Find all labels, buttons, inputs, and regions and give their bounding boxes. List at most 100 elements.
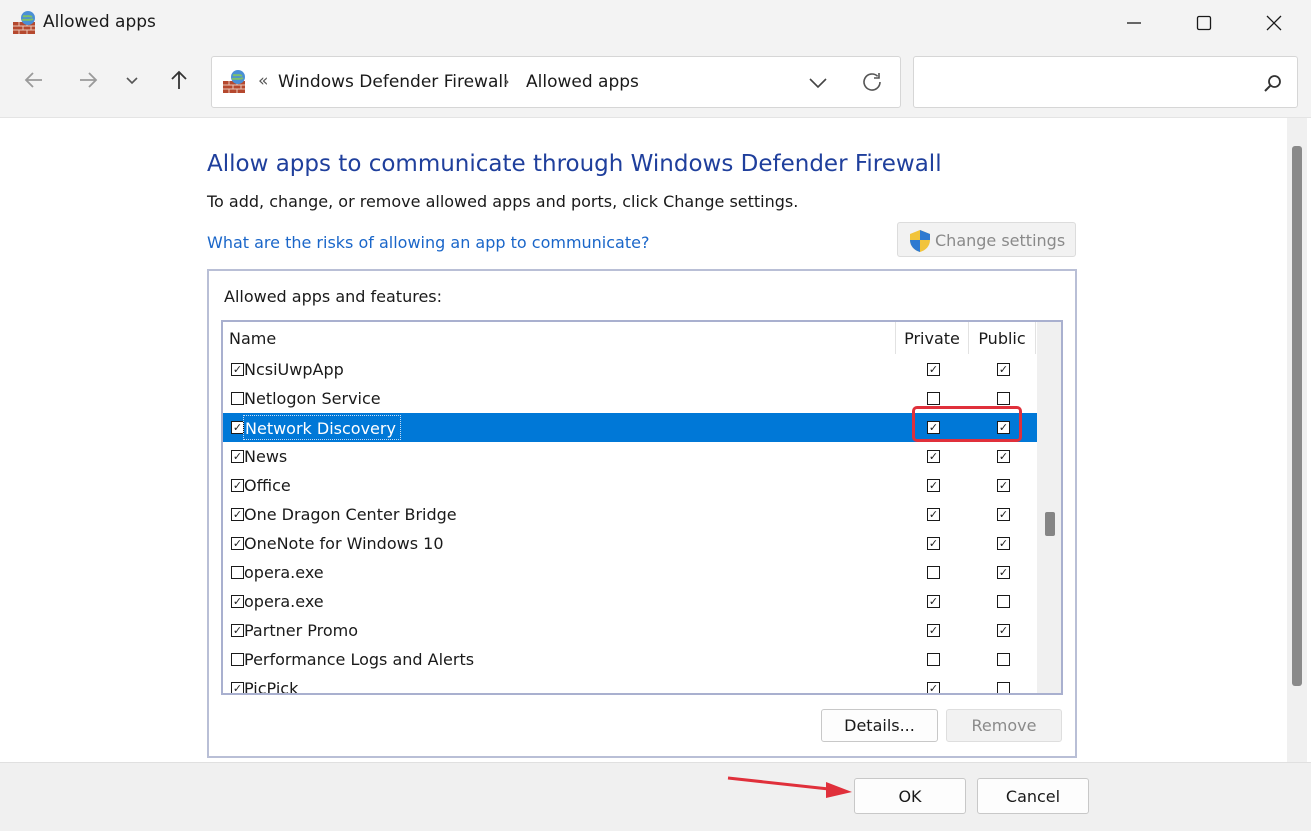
table-row[interactable]: ✓ OneNote for Windows 10 ✓ ✓ (223, 529, 1037, 558)
row-name-cell: News (243, 444, 291, 469)
arrow-left-icon (24, 72, 42, 88)
search-icon[interactable] (1263, 73, 1283, 93)
address-bar[interactable]: « Windows Defender Firewall › Allowed ap… (211, 56, 901, 108)
forward-button[interactable] (74, 66, 102, 94)
breadcrumb-separator[interactable]: › (503, 72, 510, 92)
public-checkbox[interactable]: ✓ (997, 421, 1010, 434)
row-name: Network Discovery (245, 419, 396, 438)
row-name: NcsiUwpApp (244, 360, 344, 379)
table-row[interactable]: Netlogon Service (223, 384, 1037, 413)
remove-button[interactable]: Remove (946, 709, 1062, 742)
public-checkbox[interactable] (997, 392, 1010, 405)
refresh-icon[interactable] (860, 70, 884, 94)
private-checkbox[interactable] (927, 653, 940, 666)
table-row[interactable]: ✓ Office ✓ ✓ (223, 471, 1037, 500)
title-bar: Allowed apps (0, 0, 1311, 46)
row-name-cell: opera.exe (243, 560, 328, 585)
public-checkbox[interactable] (997, 653, 1010, 666)
private-checkbox[interactable]: ✓ (927, 479, 940, 492)
ok-button[interactable]: OK (854, 778, 966, 814)
row-name: PicPick (244, 679, 299, 695)
private-checkbox[interactable]: ✓ (927, 363, 940, 376)
maximize-button[interactable] (1174, 0, 1234, 46)
up-button[interactable] (165, 66, 193, 94)
page-title: Allow apps to communicate through Window… (207, 151, 942, 177)
recent-locations-button[interactable] (118, 66, 146, 94)
row-name: opera.exe (244, 563, 324, 582)
public-checkbox[interactable]: ✓ (997, 363, 1010, 376)
minimize-icon (1127, 22, 1141, 24)
arrow-up-icon (171, 70, 187, 89)
public-checkbox[interactable] (997, 595, 1010, 608)
row-name: Partner Promo (244, 621, 358, 640)
risks-link[interactable]: What are the risks of allowing an app to… (207, 233, 649, 252)
private-checkbox[interactable] (927, 566, 940, 579)
row-name-cell: Partner Promo (243, 618, 362, 643)
public-checkbox[interactable]: ✓ (997, 566, 1010, 579)
row-name-cell: One Dragon Center Bridge (243, 502, 461, 527)
public-checkbox[interactable]: ✓ (997, 479, 1010, 492)
list-scrollbar-thumb[interactable] (1045, 512, 1055, 536)
chevron-down-icon (126, 77, 138, 85)
column-header-public[interactable]: Public (968, 322, 1036, 354)
chevron-down-icon[interactable] (806, 71, 830, 95)
search-input[interactable] (924, 69, 1244, 95)
row-name: Office (244, 476, 291, 495)
close-button[interactable] (1244, 0, 1304, 46)
breadcrumb-allowed-apps[interactable]: Allowed apps (526, 72, 639, 92)
table-row[interactable]: ✓ Partner Promo ✓ ✓ (223, 616, 1037, 645)
table-row[interactable]: ✓ News ✓ ✓ (223, 442, 1037, 471)
column-header-name[interactable]: Name (229, 322, 895, 354)
row-name-cell: Performance Logs and Alerts (243, 647, 478, 672)
maximize-icon (1196, 15, 1212, 31)
public-checkbox[interactable]: ✓ (997, 450, 1010, 463)
back-button[interactable] (20, 66, 48, 94)
navigation-bar: « Windows Defender Firewall › Allowed ap… (0, 46, 1311, 118)
close-icon (1266, 15, 1282, 31)
row-name-cell: Netlogon Service (243, 386, 385, 411)
allowed-apps-list[interactable]: Name Private Public ✓ NcsiUwpApp ✓ ✓ Netlogo… (221, 320, 1063, 695)
public-checkbox[interactable]: ✓ (997, 537, 1010, 550)
private-checkbox[interactable]: ✓ (927, 508, 940, 521)
group-label: Allowed apps and features: (224, 287, 443, 306)
table-row[interactable]: opera.exe ✓ (223, 558, 1037, 587)
window-scrollbar-thumb[interactable] (1292, 146, 1302, 686)
page-description: To add, change, or remove allowed apps a… (207, 192, 799, 211)
list-scrollbar[interactable] (1037, 322, 1061, 693)
public-checkbox[interactable]: ✓ (997, 624, 1010, 637)
cancel-button[interactable]: Cancel (977, 778, 1089, 814)
search-box[interactable] (913, 56, 1298, 108)
row-name: News (244, 447, 288, 466)
minimize-button[interactable] (1104, 0, 1164, 46)
private-checkbox[interactable]: ✓ (927, 450, 940, 463)
row-name: opera.exe (244, 592, 324, 611)
private-checkbox[interactable]: ✓ (927, 682, 940, 693)
row-name-cell: NcsiUwpApp (243, 357, 348, 382)
breadcrumb-overflow[interactable]: « (258, 71, 268, 91)
row-name: OneNote for Windows 10 (244, 534, 444, 553)
row-name-cell: Network Discovery (243, 415, 401, 440)
list-header: Name Private Public (223, 322, 1037, 354)
table-row[interactable]: ✓ Network Discovery ✓ ✓ (223, 413, 1037, 442)
table-row[interactable]: ✓ PicPick ✓ (223, 674, 1037, 695)
uac-shield-icon (910, 230, 930, 252)
list-rows: ✓ NcsiUwpApp ✓ ✓ Netlogon Service ✓ Network Di… (223, 355, 1037, 695)
private-checkbox[interactable]: ✓ (927, 624, 940, 637)
details-button[interactable]: Details... (821, 709, 938, 742)
public-checkbox[interactable] (997, 682, 1010, 693)
firewall-icon (223, 70, 245, 93)
private-checkbox[interactable]: ✓ (927, 421, 940, 434)
private-checkbox[interactable] (927, 392, 940, 405)
private-checkbox[interactable]: ✓ (927, 537, 940, 550)
row-name: Netlogon Service (244, 389, 381, 408)
column-header-private[interactable]: Private (895, 322, 968, 354)
table-row[interactable]: Performance Logs and Alerts (223, 645, 1037, 674)
breadcrumb-firewall[interactable]: Windows Defender Firewall (278, 72, 508, 92)
change-settings-button[interactable]: Change settings (897, 222, 1076, 257)
table-row[interactable]: ✓ NcsiUwpApp ✓ ✓ (223, 355, 1037, 384)
private-checkbox[interactable]: ✓ (927, 595, 940, 608)
arrow-right-icon (80, 72, 98, 88)
table-row[interactable]: ✓ One Dragon Center Bridge ✓ ✓ (223, 500, 1037, 529)
table-row[interactable]: ✓ opera.exe ✓ (223, 587, 1037, 616)
public-checkbox[interactable]: ✓ (997, 508, 1010, 521)
